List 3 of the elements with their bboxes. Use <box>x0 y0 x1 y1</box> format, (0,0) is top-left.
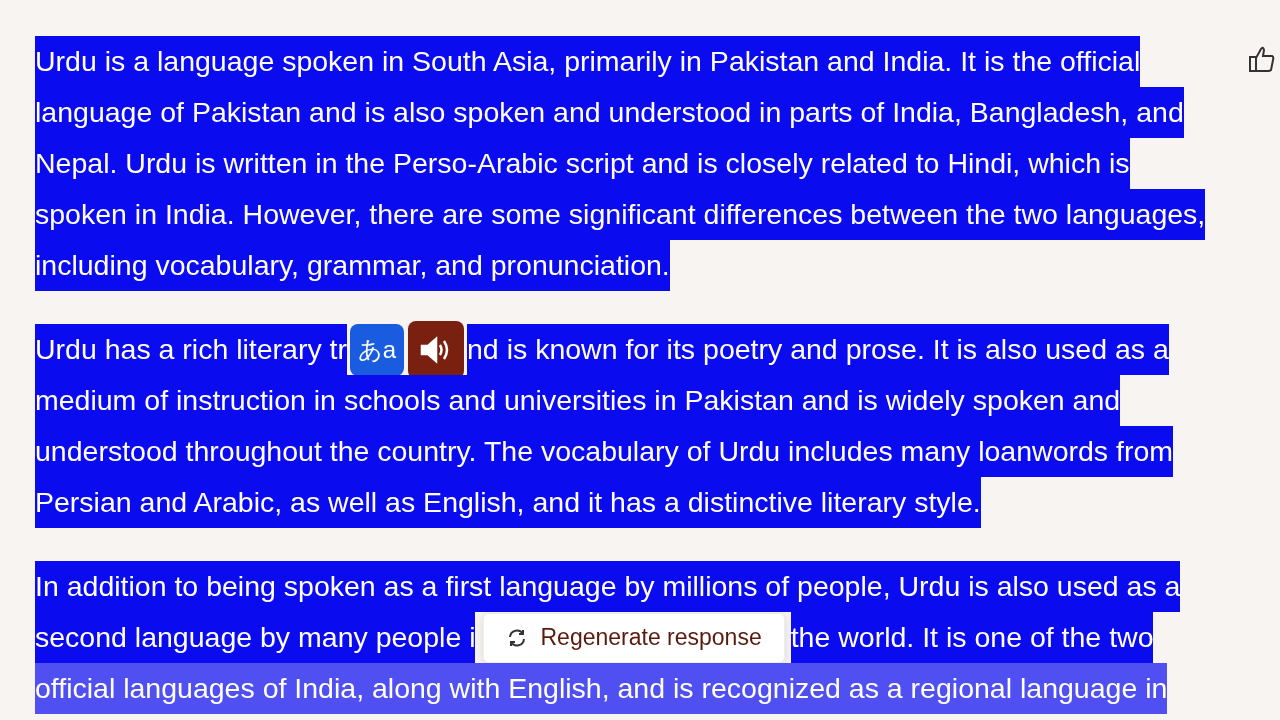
regenerate-response-button[interactable]: Regenerate response <box>483 612 785 663</box>
translate-button[interactable]: あa <box>350 323 404 376</box>
thumbs-up-icon[interactable] <box>1248 44 1276 74</box>
